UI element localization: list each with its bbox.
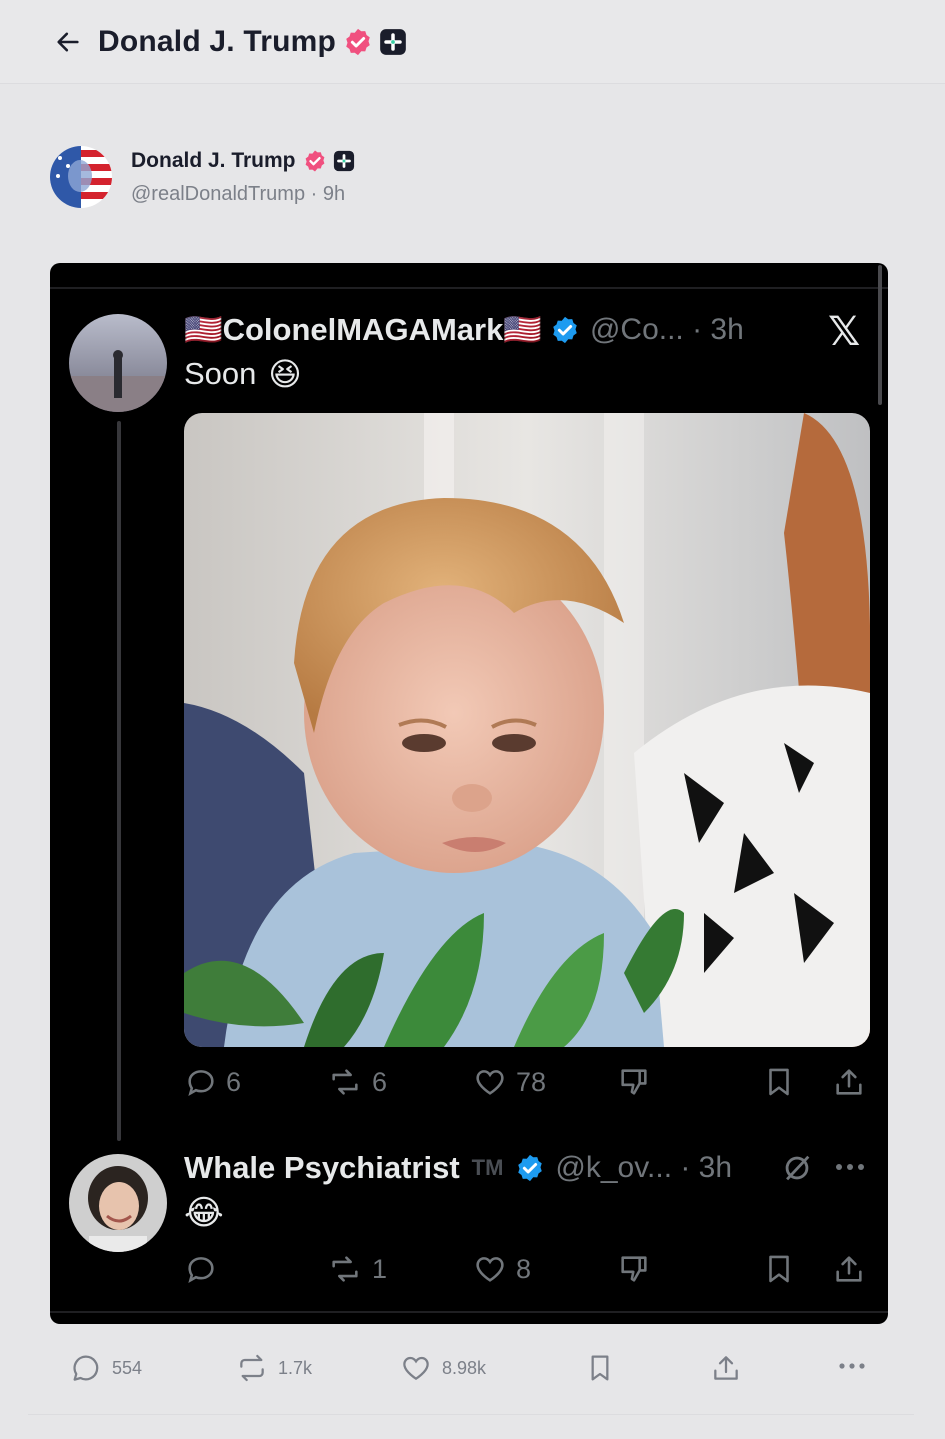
divider bbox=[50, 287, 888, 289]
emoji: 😆 bbox=[268, 356, 302, 392]
thumbs-down-icon bbox=[621, 1256, 647, 1282]
post-image[interactable]: 🇺🇸ColonelMAGAMark🇺🇸 @Co... · 3h 𝕏 Soon 😆 bbox=[50, 263, 888, 1324]
bookmark-icon bbox=[769, 1255, 789, 1283]
reply-button[interactable]: 6 bbox=[184, 1065, 241, 1099]
author-handle-time: @realDonaldTrump · 9h bbox=[131, 182, 346, 205]
post-actions: 554 1.7k 8.98k bbox=[0, 1352, 945, 1392]
tweet-text: Soon 😆 bbox=[184, 355, 302, 393]
reply-button[interactable]: 554 bbox=[70, 1352, 142, 1384]
reply-count: 6 bbox=[226, 1066, 242, 1097]
like-count: 8 bbox=[516, 1253, 532, 1284]
repost-button[interactable]: 1 bbox=[326, 1252, 387, 1286]
thumbs-down-icon bbox=[621, 1069, 647, 1095]
dislike-button[interactable] bbox=[616, 1065, 660, 1099]
share-button[interactable] bbox=[710, 1352, 752, 1384]
reply-count: 554 bbox=[112, 1357, 143, 1378]
divider bbox=[50, 1311, 888, 1313]
plus-badge-icon bbox=[379, 28, 407, 56]
tweet-header: 🇺🇸ColonelMAGAMark🇺🇸 @Co... · 3h bbox=[184, 311, 744, 348]
bookmark-icon bbox=[591, 1355, 609, 1381]
more-button[interactable] bbox=[836, 1358, 878, 1374]
x-logo-icon: 𝕏 bbox=[828, 310, 861, 354]
repost-count: 1.7k bbox=[278, 1357, 313, 1378]
blue-check-icon bbox=[515, 1153, 545, 1183]
share-icon bbox=[714, 1356, 738, 1380]
profile-header: Donald J. Trump bbox=[0, 0, 945, 84]
like-count: 78 bbox=[516, 1066, 547, 1097]
repost-button[interactable]: 1.7k bbox=[236, 1352, 312, 1384]
emoji: 😂 bbox=[184, 1194, 224, 1232]
heart-icon bbox=[476, 1257, 504, 1282]
comment-icon bbox=[73, 1355, 99, 1381]
verified-badge-icon bbox=[343, 27, 373, 57]
plus-badge-icon bbox=[333, 150, 355, 172]
scrollbar bbox=[878, 265, 882, 405]
tweet-header: Whale Psychiatrist TM @k_ov... · 3h bbox=[184, 1150, 732, 1186]
more-icon bbox=[839, 1363, 865, 1369]
tweet-avatar bbox=[69, 314, 167, 412]
reply-icon bbox=[188, 1070, 214, 1096]
share-icon bbox=[836, 1256, 862, 1282]
tweet-actions: 1 8 bbox=[184, 1252, 874, 1292]
page-title: Donald J. Trump bbox=[98, 24, 337, 58]
more-icon[interactable] bbox=[834, 1160, 866, 1178]
repost-button[interactable]: 6 bbox=[326, 1065, 387, 1099]
share-button[interactable] bbox=[832, 1065, 874, 1099]
post-author: Donald J. Trump @realDonaldTrump · 9h bbox=[50, 146, 355, 208]
tweet-author-name: Whale Psychiatrist bbox=[184, 1150, 460, 1185]
share-button[interactable] bbox=[832, 1252, 874, 1286]
tweet-handle-time: @Co... · 3h bbox=[589, 312, 744, 346]
heart-icon bbox=[476, 1070, 504, 1095]
repost-count: 6 bbox=[372, 1066, 388, 1097]
tweet-handle-time: @k_ov... · 3h bbox=[555, 1151, 733, 1184]
dislike-button[interactable] bbox=[616, 1252, 660, 1286]
like-button[interactable]: 78 bbox=[472, 1065, 546, 1099]
share-icon bbox=[836, 1069, 862, 1095]
blue-check-icon bbox=[550, 315, 580, 345]
reply-button[interactable] bbox=[184, 1252, 226, 1286]
tweet-photo bbox=[184, 413, 870, 1047]
tweet-actions: 6 6 78 bbox=[184, 1065, 874, 1105]
arrow-left-icon bbox=[57, 32, 79, 51]
bookmark-icon bbox=[769, 1068, 789, 1096]
repost-icon bbox=[332, 1069, 358, 1095]
tm-label: TM bbox=[471, 1155, 504, 1180]
repost-count: 1 bbox=[372, 1253, 388, 1284]
reply-icon bbox=[188, 1257, 214, 1283]
avatar[interactable] bbox=[50, 146, 112, 208]
bookmark-button[interactable] bbox=[762, 1252, 804, 1286]
like-button[interactable]: 8 bbox=[472, 1252, 531, 1286]
back-button[interactable] bbox=[52, 26, 84, 58]
verified-badge-icon bbox=[303, 149, 327, 173]
tweet-author-name: 🇺🇸ColonelMAGAMark🇺🇸 bbox=[184, 312, 542, 347]
repost-icon bbox=[332, 1256, 358, 1282]
heart-icon bbox=[403, 1356, 429, 1380]
divider bbox=[28, 1414, 914, 1415]
bookmark-button[interactable] bbox=[762, 1065, 804, 1099]
tweet-avatar bbox=[69, 1154, 167, 1252]
tweet-text-body: Soon bbox=[184, 356, 257, 391]
author-name[interactable]: Donald J. Trump bbox=[131, 149, 296, 173]
repost-icon bbox=[240, 1354, 264, 1382]
thread-line bbox=[117, 421, 121, 1141]
like-button[interactable]: 8.98k bbox=[400, 1352, 486, 1384]
like-count: 8.98k bbox=[442, 1357, 487, 1378]
bookmark-button[interactable] bbox=[584, 1352, 626, 1384]
grok-icon[interactable] bbox=[780, 1151, 814, 1190]
